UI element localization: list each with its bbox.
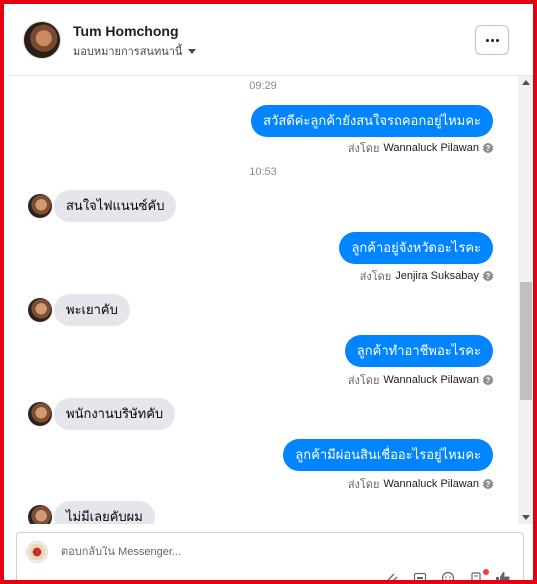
- question-icon[interactable]: ?: [483, 271, 493, 281]
- sent-by-label: ส่งโดย: [347, 143, 380, 155]
- message-incoming[interactable]: สนใจไฟแนนซ์คับ: [54, 190, 177, 222]
- message-incoming[interactable]: พะเยาคับ: [54, 294, 130, 326]
- like-icon[interactable]: [495, 571, 510, 580]
- gif-icon[interactable]: [413, 571, 427, 580]
- emoji-icon[interactable]: [441, 571, 455, 580]
- scroll-up-arrow-icon[interactable]: [522, 80, 530, 85]
- sent-by-label: ส่งโดย: [359, 271, 392, 283]
- attachment-icon[interactable]: [385, 571, 399, 580]
- sent-by-line: ส่งโดย Wannaluck Pilawan ?: [348, 475, 493, 493]
- sent-by-label: ส่งโดย: [347, 479, 380, 491]
- caret-down-icon: [188, 48, 197, 54]
- assign-conversation-dropdown[interactable]: มอบหมายการสนทนานี้: [73, 42, 197, 60]
- assign-label: มอบหมายการสนทนานี้: [73, 46, 183, 58]
- scroll-down-arrow-icon[interactable]: [522, 515, 530, 520]
- reply-input[interactable]: [61, 546, 481, 558]
- question-icon[interactable]: ?: [483, 375, 493, 385]
- sent-by-line: ส่งโดย Wannaluck Pilawan ?: [348, 139, 493, 157]
- contact-avatar-small: [28, 298, 52, 322]
- message-list[interactable]: 09:29 สวัสดีค่ะลูกค้ายังสนใจรถคอกอยู่ไหม…: [8, 76, 518, 524]
- messenger-window: Tum Homchong มอบหมายการสนทนานี้ 09:29 สว…: [0, 0, 537, 584]
- page-avatar: [26, 541, 48, 563]
- contact-avatar[interactable]: [23, 21, 61, 59]
- message-incoming[interactable]: พนักงานบริษัทคับ: [54, 398, 176, 430]
- sent-by-line: ส่งโดย Jenjira Suksabay ?: [360, 267, 493, 285]
- timestamp: 10:53: [249, 166, 277, 178]
- message-outgoing[interactable]: ลูกค้ามีผ่อนสินเชื่ออะไรอยู่ไหมคะ: [283, 439, 493, 471]
- agent-name: Wannaluck Pilawan: [383, 374, 479, 386]
- reply-composer: [16, 532, 524, 580]
- timestamp: 09:29: [249, 80, 277, 92]
- sticker-icon[interactable]: [469, 571, 483, 580]
- contact-avatar-small: [28, 194, 52, 218]
- contact-avatar-small: [28, 402, 52, 426]
- question-icon[interactable]: ?: [483, 143, 493, 153]
- agent-name: Wannaluck Pilawan: [383, 478, 479, 490]
- more-dots-icon: [485, 38, 489, 42]
- sent-by-label: ส่งโดย: [347, 375, 380, 387]
- agent-name: Jenjira Suksabay: [395, 270, 479, 282]
- contact-name[interactable]: Tum Homchong: [73, 23, 179, 39]
- sent-by-line: ส่งโดย Wannaluck Pilawan ?: [348, 371, 493, 389]
- contact-avatar-small: [28, 505, 52, 524]
- message-outgoing[interactable]: ลูกค้าทำอาชีพอะไรคะ: [344, 335, 493, 367]
- conversation-header: Tum Homchong มอบหมายการสนทนานี้: [8, 8, 533, 76]
- message-outgoing[interactable]: สวัสดีค่ะลูกค้ายังสนใจรถคอกอยู่ไหมคะ: [251, 105, 493, 137]
- scrollbar-thumb[interactable]: [520, 282, 532, 400]
- question-icon[interactable]: ?: [483, 479, 493, 489]
- message-incoming[interactable]: ไม่มีเลยคับผม: [54, 501, 155, 524]
- message-outgoing[interactable]: ลูกค้าอยู่จังหวัดอะไรคะ: [339, 232, 493, 264]
- message-list-scrollbar[interactable]: [518, 76, 533, 524]
- more-options-button[interactable]: [475, 25, 509, 55]
- agent-name: Wannaluck Pilawan: [383, 142, 479, 154]
- notification-dot: [483, 569, 489, 575]
